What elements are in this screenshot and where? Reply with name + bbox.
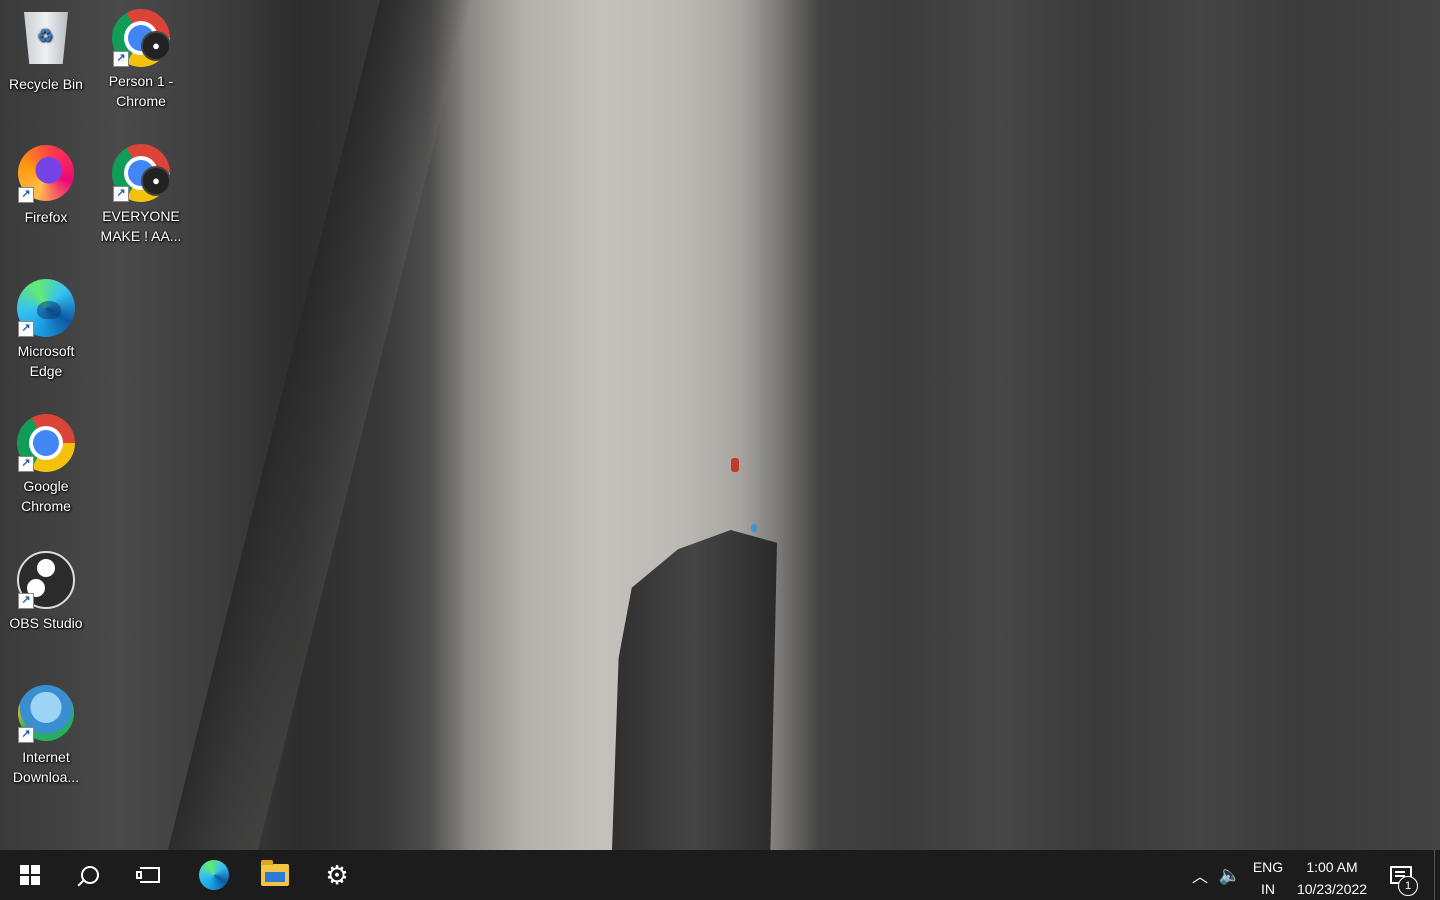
settings-gear-icon: ⚙ (325, 860, 349, 890)
taskbar-edge-button[interactable] (184, 850, 244, 900)
desktop-icon-label: Microsoft Edge (17, 343, 75, 379)
windows-start-icon (20, 865, 40, 885)
desktop-wallpaper[interactable] (0, 0, 1440, 850)
wallpaper-climber-red (731, 458, 739, 472)
recycle-bin-icon (24, 12, 68, 64)
language-code: ENG (1252, 859, 1284, 875)
wallpaper-rock-pillar (612, 530, 777, 850)
task-view-icon (136, 867, 160, 883)
clock[interactable]: 1:00 AM 10/23/2022 (1290, 856, 1374, 900)
search-button[interactable] (60, 850, 120, 900)
volume-button[interactable]: 🔈 (1216, 850, 1244, 900)
desktop-icon-microsoft-edge[interactable]: ↗ Microsoft Edge (3, 278, 89, 381)
shortcut-arrow-icon: ↗ (18, 593, 34, 609)
search-icon (81, 866, 99, 884)
edge-icon (199, 860, 229, 890)
shortcut-arrow-icon: ↗ (18, 456, 34, 472)
desktop-icon-everyone-chrome[interactable]: ● ↗ EVERYONE MAKE ! AA... (98, 143, 184, 246)
shortcut-arrow-icon: ↗ (18, 187, 34, 203)
desktop-icon-label: OBS Studio (9, 615, 83, 631)
wallpaper-rock-edge (168, 0, 470, 850)
show-hidden-icons-button[interactable]: ︿ (1186, 850, 1214, 900)
desktop-icon-label: Person 1 - Chrome (108, 73, 174, 109)
start-button[interactable] (0, 850, 60, 900)
desktop-icon-label: EVERYONE MAKE ! AA... (100, 208, 182, 244)
wallpaper-climber-blue (751, 524, 757, 532)
person-badge-icon: ● (141, 31, 171, 61)
desktop-icon-label: Firefox (24, 209, 68, 225)
clock-date: 10/23/2022 (1296, 881, 1368, 897)
language-indicator[interactable]: ENG IN (1248, 856, 1288, 900)
taskbar-settings-button[interactable]: ⚙ (307, 850, 367, 900)
desktop-icon-person1-chrome[interactable]: ● ↗ Person 1 - Chrome (98, 8, 184, 111)
shortcut-arrow-icon: ↗ (18, 727, 34, 743)
show-desktop-button[interactable] (1434, 850, 1440, 900)
desktop-icon-label: Internet Downloa... (12, 749, 80, 785)
region-code: IN (1261, 881, 1275, 897)
task-view-button[interactable] (120, 850, 180, 900)
speaker-icon: 🔈 (1218, 864, 1242, 885)
desktop-icon-recycle-bin[interactable]: Recycle Bin (3, 8, 89, 94)
desktop-icon-obs-studio[interactable]: ↗ OBS Studio (3, 548, 89, 633)
clock-time: 1:00 AM (1306, 859, 1358, 875)
shortcut-arrow-icon: ↗ (113, 186, 129, 202)
taskbar: ⚙ ︿ 🔈 ENG IN 1:00 AM 10/23/2022 1 (0, 850, 1440, 900)
shortcut-arrow-icon: ↗ (113, 51, 129, 67)
desktop-icon-google-chrome[interactable]: ↗ Google Chrome (3, 413, 89, 516)
person-badge-icon: ● (141, 166, 171, 196)
desktop-icon-label: Recycle Bin (9, 76, 83, 92)
desktop-icon-internet-download-manager[interactable]: ↗ Internet Downloa... (3, 683, 89, 787)
file-explorer-icon (261, 860, 289, 886)
notification-count-badge: 1 (1398, 876, 1418, 896)
taskbar-file-explorer-button[interactable] (245, 850, 305, 900)
desktop-icon-firefox[interactable]: ↗ Firefox (3, 143, 89, 227)
shortcut-arrow-icon: ↗ (18, 321, 34, 337)
desktop-icon-label: Google Chrome (21, 478, 71, 514)
chevron-up-icon: ︿ (1191, 869, 1208, 886)
